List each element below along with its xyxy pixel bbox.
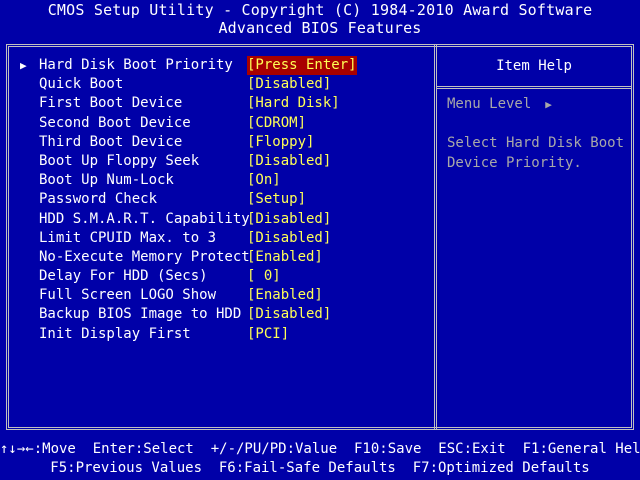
- menu-item-label: No-Execute Memory Protect: [39, 248, 250, 265]
- menu-item-value[interactable]: [Hard Disk]: [247, 94, 340, 113]
- menu-item-value[interactable]: [Disabled]: [247, 75, 331, 94]
- menu-item-label: Full Screen LOGO Show: [39, 287, 217, 304]
- menu-item-label: Password Check: [39, 191, 158, 208]
- menu-item-value[interactable]: [Disabled]: [247, 210, 331, 229]
- menu-item-value[interactable]: [Press Enter]: [247, 56, 357, 76]
- menu-item-value[interactable]: [CDROM]: [247, 114, 306, 133]
- triangle-right-icon: ▶: [545, 98, 552, 111]
- menu-item-value[interactable]: [Setup]: [247, 190, 306, 209]
- menu-item-value[interactable]: [On]: [247, 171, 281, 190]
- menu-item-label: Third Boot Device: [39, 133, 183, 150]
- menu-level-indicator: Menu Level ▶: [447, 96, 552, 112]
- menu-item-value[interactable]: [Enabled]: [247, 286, 323, 305]
- menu-item-label: Delay For HDD (Secs): [39, 268, 208, 285]
- menu-item-value[interactable]: [Disabled]: [247, 305, 331, 324]
- menu-item-label: Second Boot Device: [39, 114, 191, 131]
- selection-pointer-icon: ▶: [20, 59, 27, 72]
- menu-item-label: Hard Disk Boot Priority: [39, 57, 233, 73]
- help-header-divider: [437, 86, 631, 89]
- menu-item-value[interactable]: [ 0]: [247, 267, 281, 286]
- menu-item-label: First Boot Device: [39, 95, 183, 112]
- menu-item-value[interactable]: [Disabled]: [247, 152, 331, 171]
- help-panel-title: Item Help: [496, 58, 572, 74]
- page-title: Advanced BIOS Features: [218, 19, 422, 37]
- help-text: Select Hard Disk Boot Device Priority.: [447, 135, 625, 171]
- panel-divider: [434, 44, 437, 430]
- menu-item-value[interactable]: [Disabled]: [247, 229, 331, 248]
- menu-item-label: Backup BIOS Image to HDD: [39, 306, 242, 323]
- menu-item-value[interactable]: [PCI]: [247, 325, 289, 344]
- menu-item-label: Boot Up Floppy Seek: [39, 152, 200, 169]
- menu-item-label: Boot Up Num-Lock: [39, 172, 174, 189]
- footer-keys-line-1: ↑↓→←:Move Enter:Select +/-/PU/PD:Value F…: [0, 441, 640, 457]
- menu-item-value[interactable]: [Floppy]: [247, 133, 314, 152]
- menu-item-label: HDD S.M.A.R.T. Capability: [39, 210, 250, 227]
- menu-item-label: Limit CPUID Max. to 3: [39, 229, 217, 246]
- menu-level-label: Menu Level: [447, 96, 532, 112]
- menu-item-label: Init Display First: [39, 325, 191, 342]
- menu-item-label: Quick Boot: [39, 76, 124, 93]
- window-title: CMOS Setup Utility - Copyright (C) 1984-…: [47, 1, 593, 19]
- menu-item-value[interactable]: [Enabled]: [247, 248, 323, 267]
- footer-keys-line-2: F5:Previous Values F6:Fail-Safe Defaults…: [50, 460, 590, 476]
